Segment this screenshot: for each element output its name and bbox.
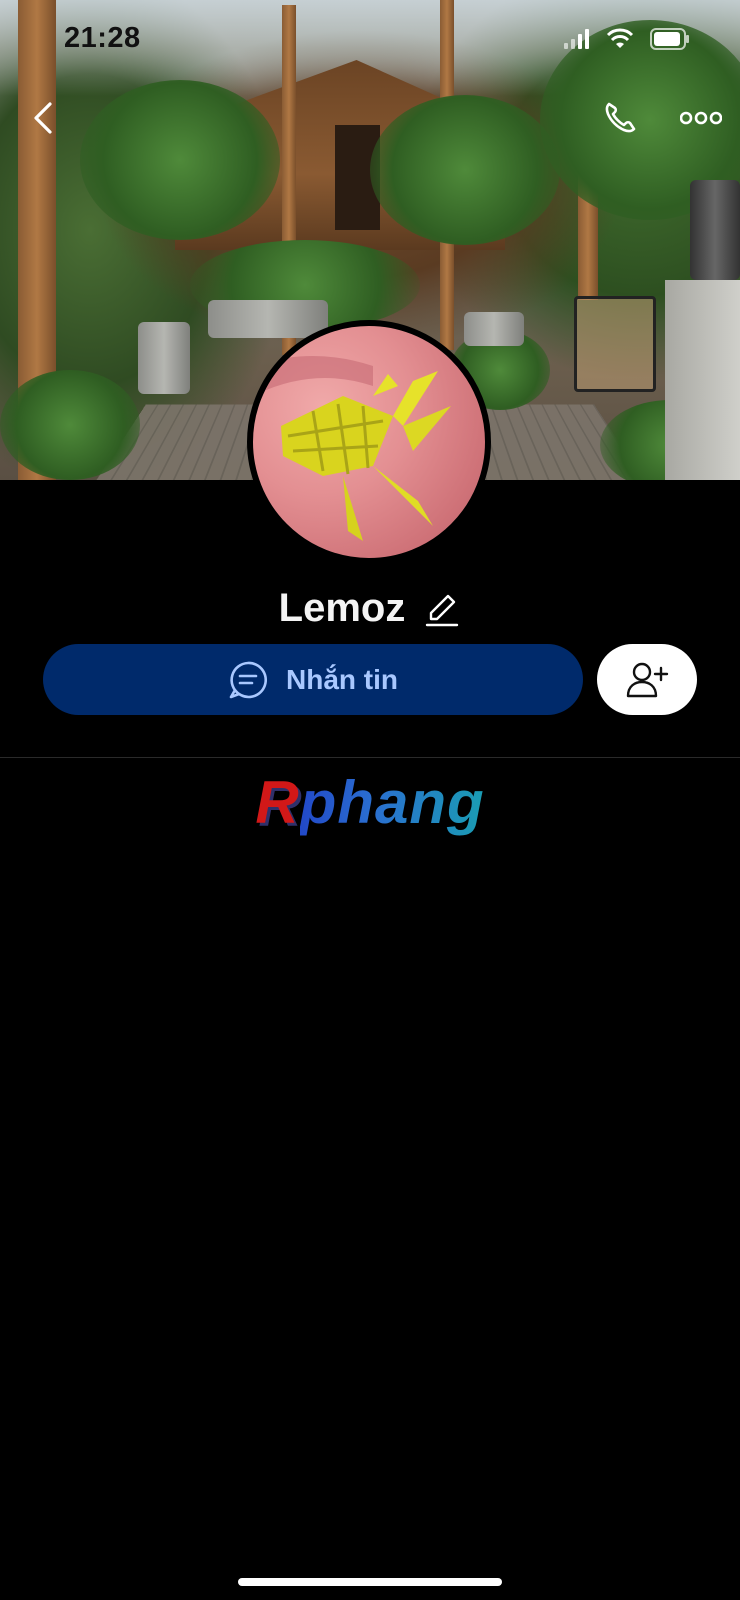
phone-icon[interactable] bbox=[600, 98, 640, 138]
edit-icon[interactable] bbox=[423, 591, 461, 629]
cover-appliance bbox=[690, 180, 740, 280]
profile-name: Lemoz bbox=[278, 585, 406, 630]
cover-planter bbox=[208, 300, 328, 338]
cover-pot bbox=[138, 322, 190, 394]
watermark-first: R bbox=[255, 769, 300, 836]
cover-chair bbox=[574, 296, 656, 392]
watermark-logo: Rphang bbox=[0, 768, 740, 837]
nav-bar bbox=[0, 90, 740, 146]
cover-pot bbox=[464, 312, 524, 346]
add-friend-icon bbox=[626, 662, 669, 697]
battery-icon bbox=[650, 28, 689, 50]
status-icons bbox=[564, 28, 690, 50]
cover-bush bbox=[0, 370, 140, 480]
more-icon[interactable] bbox=[680, 108, 722, 128]
status-time: 21:28 bbox=[64, 22, 141, 54]
profile-name-row: Lemoz bbox=[0, 578, 740, 638]
add-friend-button[interactable] bbox=[597, 644, 697, 715]
status-bar: 21:28 bbox=[0, 0, 740, 80]
avatar[interactable] bbox=[247, 320, 491, 564]
home-indicator[interactable] bbox=[238, 1578, 502, 1586]
signal-icon bbox=[564, 29, 589, 49]
back-icon[interactable] bbox=[28, 100, 58, 136]
chat-icon bbox=[229, 661, 268, 698]
watermark-rest: phang bbox=[299, 769, 485, 836]
message-button[interactable]: Nhắn tin bbox=[43, 644, 583, 715]
avatar-image bbox=[253, 356, 451, 541]
message-label: Nhắn tin bbox=[286, 663, 398, 695]
wifi-icon bbox=[606, 28, 634, 48]
divider bbox=[0, 757, 740, 758]
cover-counter bbox=[665, 280, 740, 480]
woven-fish-icon bbox=[281, 371, 451, 541]
